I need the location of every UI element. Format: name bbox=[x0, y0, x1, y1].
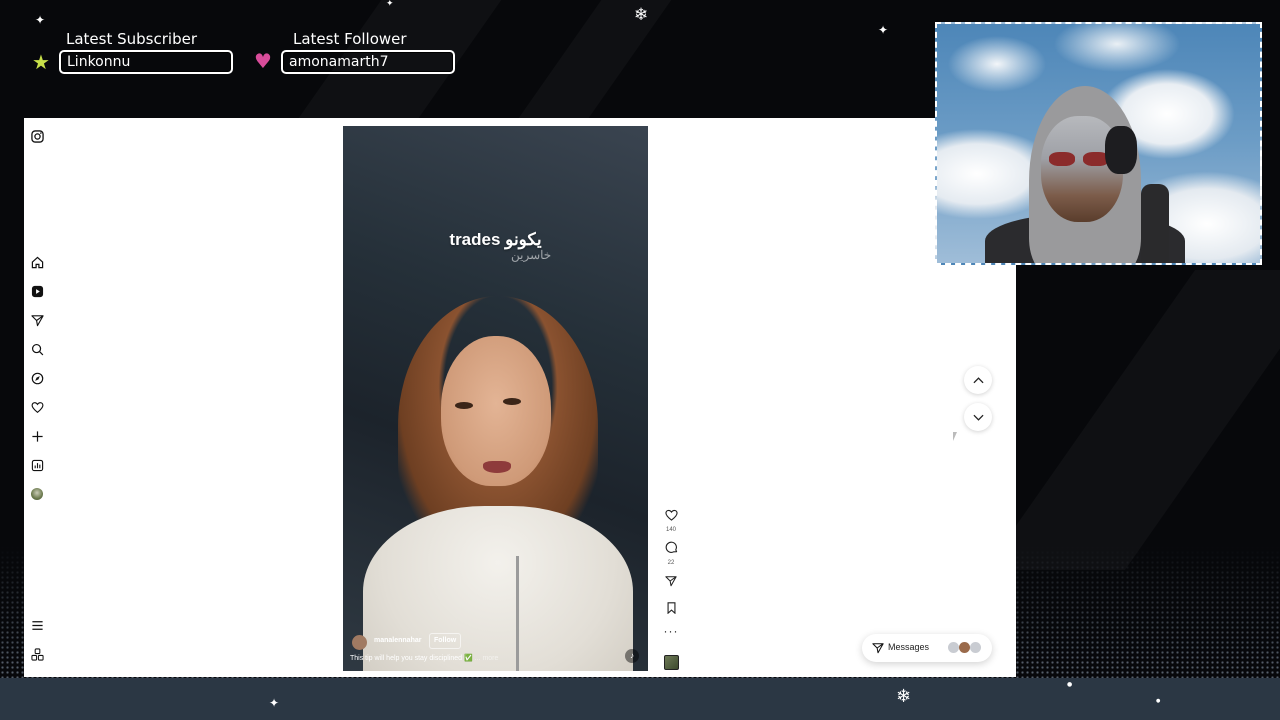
heart-icon: ♥ bbox=[254, 49, 272, 73]
next-reel-button[interactable] bbox=[964, 403, 992, 431]
more-options-icon[interactable]: ··· bbox=[662, 624, 680, 638]
sparkle-icon: ❄ bbox=[634, 5, 649, 25]
search-icon[interactable] bbox=[29, 341, 45, 357]
menu-icon[interactable] bbox=[29, 617, 45, 633]
star-icon: ★ bbox=[32, 50, 50, 74]
comment-count: 22 bbox=[667, 560, 675, 566]
contact-avatar bbox=[959, 642, 970, 653]
mask-eye bbox=[1049, 152, 1075, 166]
instagram-reels-page: trades يكونو خاسرين manalennahar Follow … bbox=[24, 118, 1016, 677]
save-icon[interactable] bbox=[662, 601, 680, 619]
audio-thumbnail[interactable] bbox=[662, 655, 680, 670]
more-link[interactable]: ... more bbox=[475, 655, 499, 662]
mouse-cursor bbox=[953, 432, 957, 441]
person-jacket bbox=[363, 506, 633, 671]
sparkle-icon: ✦ bbox=[269, 696, 280, 710]
headset bbox=[1105, 126, 1137, 174]
person-mouth bbox=[483, 461, 511, 473]
bottom-band bbox=[0, 678, 1280, 720]
latest-subscriber-title: Latest Subscriber bbox=[66, 30, 197, 48]
latest-follower-title: Latest Follower bbox=[293, 30, 407, 48]
reel-author-username[interactable]: manalennahar bbox=[374, 637, 421, 644]
microphone bbox=[1141, 184, 1169, 263]
home-icon[interactable] bbox=[29, 254, 45, 270]
profile-avatar-icon[interactable] bbox=[29, 486, 45, 502]
reel-caption-sub: خاسرين bbox=[511, 248, 552, 262]
sparkle-icon: ✦ bbox=[35, 13, 46, 27]
messages-button[interactable]: Messages bbox=[862, 634, 992, 662]
latest-subscriber-name: Linkonnu bbox=[59, 50, 233, 74]
messages-label: Messages bbox=[888, 642, 930, 652]
reel-description-text: This tip will help you stay disciplined … bbox=[350, 655, 473, 662]
webcam-feed bbox=[935, 22, 1262, 265]
like-action[interactable]: 140 bbox=[662, 508, 680, 533]
sparkle-icon: ● bbox=[1156, 698, 1161, 704]
person-eye bbox=[503, 398, 521, 405]
follow-button[interactable]: Follow bbox=[429, 633, 462, 649]
comment-action[interactable]: 22 bbox=[662, 541, 680, 566]
sparkle-icon: ● bbox=[1067, 681, 1073, 688]
person-eye bbox=[455, 402, 473, 409]
sparkle-icon: ❄ bbox=[896, 686, 912, 707]
contact-avatar bbox=[948, 642, 959, 653]
background-stripe bbox=[519, 0, 672, 118]
previous-reel-button[interactable] bbox=[964, 366, 992, 394]
jacket-zipper bbox=[516, 556, 519, 671]
reels-icon[interactable] bbox=[29, 283, 45, 299]
notifications-icon[interactable] bbox=[29, 399, 45, 415]
create-icon[interactable] bbox=[29, 428, 45, 444]
like-icon bbox=[664, 509, 678, 521]
reel-description[interactable]: This tip will help you stay disciplined … bbox=[350, 654, 498, 662]
sparkle-icon: ✦ bbox=[878, 23, 889, 37]
background-stripe bbox=[985, 270, 1280, 570]
sound-icon[interactable]: ♪ bbox=[625, 649, 639, 663]
messages-icon[interactable] bbox=[29, 312, 45, 328]
threads-icon[interactable] bbox=[29, 646, 45, 662]
reel-video[interactable]: trades يكونو خاسرين manalennahar Follow … bbox=[343, 126, 648, 671]
messages-icon bbox=[872, 643, 884, 654]
reel-author-avatar[interactable] bbox=[352, 635, 367, 650]
comment-icon bbox=[665, 541, 677, 553]
chevron-up-icon bbox=[972, 376, 984, 383]
reel-caption-main: trades يكونو bbox=[449, 230, 542, 249]
share-icon[interactable] bbox=[662, 574, 680, 592]
chevron-down-icon bbox=[972, 414, 984, 421]
sparkle-icon: ✦ bbox=[386, 0, 394, 9]
explore-icon[interactable] bbox=[29, 370, 45, 386]
latest-follower-name: amonamarth7 bbox=[281, 50, 455, 74]
instagram-logo-icon[interactable] bbox=[29, 128, 45, 144]
contact-avatar bbox=[970, 642, 981, 653]
like-count: 140 bbox=[665, 527, 676, 533]
dashboard-icon[interactable] bbox=[29, 457, 45, 473]
